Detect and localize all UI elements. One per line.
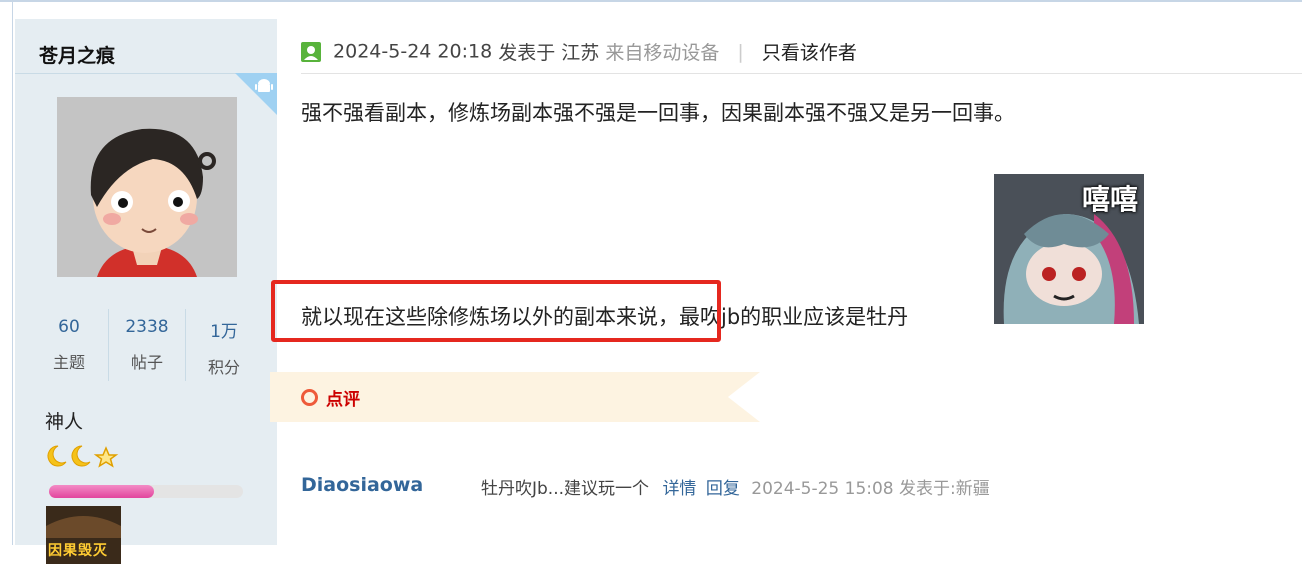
stat-posts-label: 帖子 (130, 353, 163, 372)
post-location: 江苏 (561, 42, 600, 64)
comment-detail-link[interactable]: 详情 (662, 479, 696, 499)
stat-points-label: 积分 (207, 358, 240, 377)
stat-topics-value: 60 (58, 317, 80, 337)
posted-at-label: 发表于 (498, 42, 556, 64)
sticker-text: 嘻嘻 (1081, 183, 1138, 216)
comment-username[interactable]: Diaosiaowa (301, 474, 423, 496)
comment-row: 牡丹吹Jb...建议玩一个 详情 回复 2024-5-25 15:08 发表于:… (481, 474, 990, 499)
author-stats: 60 主题 2338 帖子 1万 积分 (31, 309, 261, 381)
post-datetime: 2024-5-24 20:18 (333, 40, 493, 63)
stat-points[interactable]: 1万 积分 (185, 309, 262, 381)
stat-topics[interactable]: 60 主题 (31, 309, 107, 381)
avatar-image (57, 97, 237, 277)
post-paragraph-1: 强不强看副本，修炼场副本强不强是一回事，因果副本强不强又是另一回事。 (301, 101, 1015, 125)
stat-posts-value: 2338 (125, 317, 169, 337)
review-section: 点评 (270, 372, 760, 422)
user-rank[interactable]: 神人 (45, 407, 83, 434)
post-header: 2024-5-24 20:18 发表于 江苏 来自移动设备 | 只看该作者 (301, 38, 857, 66)
stat-posts[interactable]: 2338 帖子 (108, 309, 185, 381)
level-progress-fill (49, 485, 154, 498)
sticker-image: 嘻嘻 (994, 174, 1144, 324)
avatar[interactable] (57, 97, 237, 277)
android-icon (255, 79, 273, 92)
author-sidebar: 苍月之痕 60 主题 2338 帖子 1万 积分 神人 因果毁灭 (15, 19, 277, 564)
stat-points-value: 1万 (210, 322, 238, 342)
comment-reply-link[interactable]: 回复 (706, 479, 740, 499)
medal-badge[interactable]: 因果毁灭 (46, 506, 121, 564)
level-progress-bar (49, 485, 243, 498)
post-device: 来自移动设备 (605, 42, 720, 64)
review-label: 点评 (326, 390, 360, 410)
highlight-box (271, 280, 721, 342)
stat-topics-label: 主题 (52, 353, 85, 372)
medal-text: 因果毁灭 (48, 543, 108, 559)
moon-star-rank-icons (47, 445, 119, 468)
comment-meta: 2024-5-25 15:08 发表于:新疆 (751, 479, 990, 499)
review-icon (301, 389, 318, 406)
comment-text: 牡丹吹Jb...建议玩一个 (481, 479, 650, 499)
header-separator: | (737, 40, 744, 63)
author-username[interactable]: 苍月之痕 (39, 41, 115, 68)
only-author-link[interactable]: 只看该作者 (762, 42, 857, 64)
header-divider (301, 73, 1302, 74)
user-online-icon (301, 41, 321, 62)
